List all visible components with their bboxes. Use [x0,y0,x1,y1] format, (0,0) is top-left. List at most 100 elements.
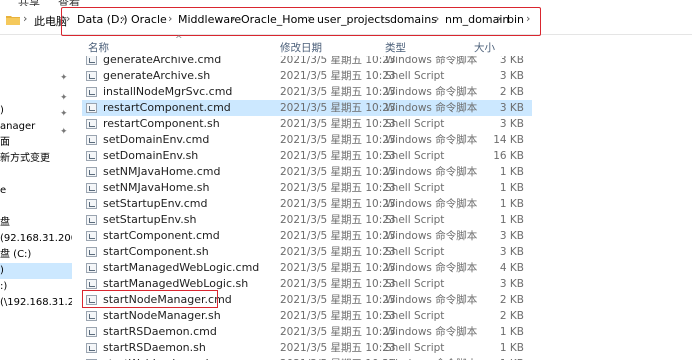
file-name: startRSDaemon.cmd [103,325,217,338]
script-file-icon [86,183,97,193]
file-name: setStartupEnv.cmd [103,197,208,210]
nav-item[interactable]: e [0,183,72,199]
file-size: 2 KB [499,294,524,306]
file-row[interactable]: restartComponent.cmd 2021/3/5 星期五 10:23 Wi… [82,100,532,116]
file-size: 4 KB [499,262,524,274]
script-file-icon [86,87,97,97]
file-name: setDomainEnv.cmd [103,133,210,146]
file-size: 1 KB [499,182,524,194]
file-date: 2021/3/5 星期五 10:23 [280,262,396,274]
file-row[interactable]: startNodeManager.sh 2021/3/5 星期五 10:23 She… [82,308,532,324]
file-name: setNMJavaHome.cmd [103,165,221,178]
file-row[interactable]: startComponent.sh 2021/3/5 星期五 10:23 Shell… [82,244,532,260]
file-type: Shell Script [385,278,445,290]
file-date: 2021/3/5 星期五 10:23 [280,278,396,290]
script-file-icon [86,151,97,161]
address-bar[interactable]: › 此电脑 › Data (D:) › Oracle › Middleware … [0,6,692,36]
file-date: 2021/3/5 星期五 10:23 [280,70,396,82]
file-name: startWebLogic.cmd [103,356,209,360]
file-row[interactable]: startRSDaemon.sh 2021/3/5 星期五 10:23 Shell … [82,340,532,356]
script-file-icon [86,327,97,337]
file-row[interactable]: restartComponent.sh 2021/3/5 星期五 10:23 She… [82,116,532,132]
file-size: 3 KB [499,278,524,290]
file-list: generateArchive.cmd 2021/3/5 星期五 10:23 Win… [82,56,692,360]
file-name: generateArchive.sh [103,69,211,82]
file-type: Windows 命令脚本 [385,134,478,146]
nav-item[interactable]: anager [0,119,72,135]
file-size: 16 KB [493,150,524,162]
nav-item[interactable]: (\192.168.31.200) [0,295,72,311]
file-name: generateArchive.cmd [103,56,222,66]
file-size: 1 KB [499,214,524,226]
nav-item[interactable]: ) [0,263,72,279]
script-file-icon [86,215,97,225]
nav-item[interactable]: ) [0,103,72,119]
file-size: 3 KB [499,56,524,66]
script-file-icon [86,231,97,241]
file-row[interactable]: setDomainEnv.sh 2021/3/5 星期五 10:23 Shell S… [82,148,532,164]
script-file-icon [86,343,97,353]
file-row[interactable]: generateArchive.sh 2021/3/5 星期五 10:23 Shel… [82,68,532,84]
file-row[interactable]: setStartupEnv.cmd 2021/3/5 星期五 10:23 Windo… [82,196,532,212]
file-row[interactable]: setNMJavaHome.cmd 2021/3/5 星期五 10:23 Windo… [82,164,532,180]
file-row[interactable]: generateArchive.cmd 2021/3/5 星期五 10:23 Win… [82,56,532,68]
nav-item[interactable] [0,167,72,183]
file-name: installNodeMgrSvc.cmd [103,85,233,98]
file-name: setStartupEnv.sh [103,213,197,226]
script-file-icon [86,311,97,321]
column-header-type[interactable]: 类型 [385,40,406,56]
file-date: 2021/3/5 星期五 10:23 [280,182,396,194]
file-date: 2021/3/5 星期五 10:23 [280,214,396,226]
script-file-icon [86,279,97,289]
script-file-icon [86,263,97,273]
file-type: Windows 命令脚本 [385,230,478,242]
file-row[interactable]: startWebLogic.cmd 2021/3/5 星期五 10:23Windo… [82,356,532,360]
file-name: setNMJavaHome.sh [103,181,210,194]
file-name: startRSDaemon.sh [103,341,206,354]
file-type: Shell Script [385,70,445,82]
address-highlight-box [61,7,541,36]
nav-item[interactable] [0,199,72,215]
file-size: 3 KB [499,102,524,114]
file-size: 2 KB [499,310,524,322]
nav-item[interactable]: :) [0,279,72,295]
file-size: 1 KB [499,166,524,178]
file-name: setDomainEnv.sh [103,149,199,162]
file-type: Windows 命令脚本 [385,166,478,178]
nav-item[interactable]: 盘 [0,215,72,231]
file-row[interactable]: setNMJavaHome.sh 2021/3/5 星期五 10:23 Shell … [82,180,532,196]
file-row[interactable]: startManagedWebLogic.cmd 2021/3/5 星期五 10:… [82,260,532,276]
column-header-name[interactable]: 名称 [88,40,109,56]
file-type: Windows 命令脚本 [385,294,478,306]
nav-item[interactable]: (92.168.31.200) [0,231,72,247]
nav-item[interactable]: 面 [0,135,72,151]
file-size: 1 KB [499,326,524,338]
file-size: 3 KB [499,118,524,130]
file-type: Windows 命令脚本 [385,56,478,66]
file-type: Shell Script [385,214,445,226]
nav-item[interactable]: 盘 (C:) [0,247,72,263]
script-file-icon [86,56,97,65]
column-header-date[interactable]: 修改日期 [280,40,322,56]
script-file-icon [86,135,97,145]
nav-item[interactable]: 新方式变更 [0,151,72,167]
file-row[interactable]: startComponent.cmd 2021/3/5 星期五 10:23 Wind… [82,228,532,244]
file-row[interactable]: startRSDaemon.cmd 2021/3/5 星期五 10:23 Windo… [82,324,532,340]
file-row[interactable]: installNodeMgrSvc.cmd 2021/3/5 星期五 10:23 W… [82,84,532,100]
file-row[interactable]: setDomainEnv.cmd 2021/3/5 星期五 10:23 Window… [82,132,532,148]
column-header-size[interactable]: 大小 [474,40,495,56]
file-type: Windows 命令脚本 [385,262,478,274]
pin-icon: ✦ [60,93,68,103]
chevron-right-icon[interactable]: › [23,12,27,25]
row-highlight-box [82,290,218,308]
navigation-pane: ✦ ✦ ✦ ✦ )anager面新方式变更e盘(92.168.31.200)盘 … [0,40,72,360]
file-name: startComponent.sh [103,245,209,258]
script-file-icon [86,199,97,209]
file-type: Shell Script [385,342,445,354]
script-file-icon [86,103,97,113]
file-date: 2021/3/5 星期五 10:23 [280,166,396,178]
file-row[interactable]: setStartupEnv.sh 2021/3/5 星期五 10:23 Shell … [82,212,532,228]
file-name: startManagedWebLogic.cmd [103,261,260,274]
file-size: 3 KB [499,70,524,82]
file-date: 2021/3/5 星期五 10:23 [280,326,396,338]
